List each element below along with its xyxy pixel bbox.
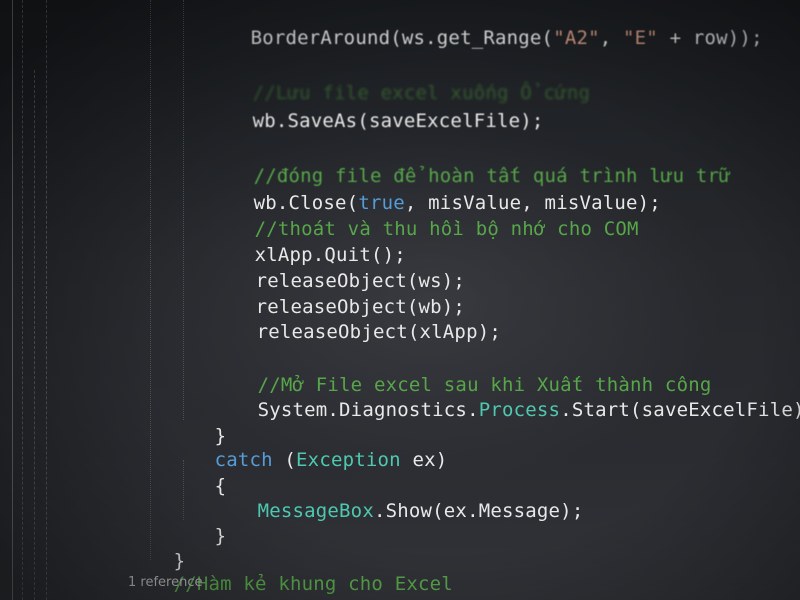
indent-guide bbox=[150, 0, 151, 560]
code-text: } bbox=[214, 525, 227, 547]
code-text: System.Diagnostics. bbox=[257, 399, 479, 421]
outline-guide bbox=[46, 0, 48, 600]
code-line-16[interactable]: MessageBox.Show(ex.Message); bbox=[211, 475, 584, 547]
code-text: BorderAround(ws.get_Range( bbox=[250, 27, 554, 49]
code-editor[interactable]: BorderAround(ws.get_Range("A2", "E" + ro… bbox=[0, 0, 800, 600]
string-literal: "E" bbox=[623, 27, 658, 49]
code-text: .Show(ex.Message); bbox=[373, 500, 584, 522]
code-text: ( bbox=[272, 449, 297, 471]
code-text: .Start(saveExcelFile); bbox=[560, 399, 800, 421]
string-literal: "A2" bbox=[553, 27, 600, 49]
code-text: releaseObject(xlApp); bbox=[256, 321, 501, 343]
type-name: MessageBox bbox=[257, 500, 374, 522]
code-text: ex) bbox=[400, 449, 448, 471]
left-margin-line bbox=[12, 0, 13, 600]
outline-guide bbox=[22, 0, 24, 600]
type-name: Exception bbox=[296, 449, 401, 471]
indent-guide bbox=[183, 0, 184, 420]
codelens-references[interactable]: 1 reference bbox=[128, 575, 202, 590]
code-text: wb.SaveAs(saveExcelFile); bbox=[252, 110, 544, 132]
code-text: + row)); bbox=[657, 27, 763, 49]
code-line-19[interactable]: //Hàm kẻ khung cho Excel bbox=[127, 548, 453, 600]
code-comment: //Hàm kẻ khung cho Excel bbox=[173, 573, 453, 595]
type-name: Process bbox=[478, 399, 561, 421]
code-text: , bbox=[599, 27, 624, 49]
outline-guide bbox=[34, 70, 36, 600]
